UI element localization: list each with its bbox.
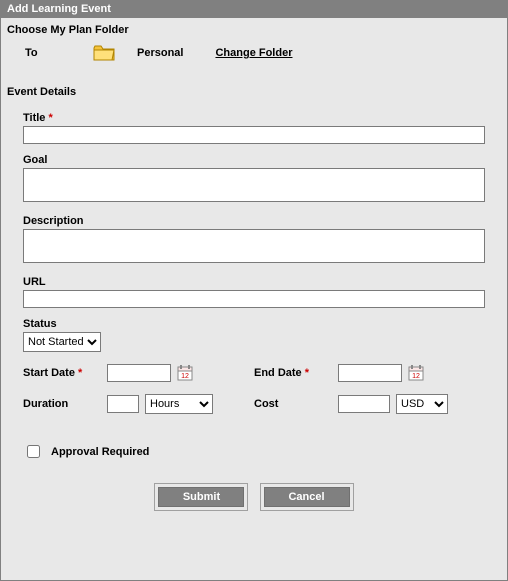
titlebar: Add Learning Event — [1, 0, 507, 18]
status-select[interactable]: Not Started — [23, 332, 101, 352]
start-date-input[interactable] — [107, 364, 171, 382]
event-details-heading: Event Details — [1, 80, 507, 100]
description-input[interactable] — [23, 229, 485, 263]
cost-input[interactable] — [338, 395, 390, 413]
duration-cell: Duration Hours — [23, 394, 254, 414]
status-label: Status — [23, 318, 485, 330]
calendar-icon[interactable]: 12 — [177, 365, 193, 381]
goal-input[interactable] — [23, 168, 485, 202]
end-date-label: End Date * — [254, 367, 332, 379]
calendar-icon[interactable]: 12 — [408, 365, 424, 381]
submit-button-wrap: Submit — [154, 483, 248, 511]
url-label: URL — [23, 276, 485, 288]
url-input[interactable] — [23, 290, 485, 308]
folder-icon — [93, 44, 115, 62]
duration-unit-select[interactable]: Hours — [145, 394, 213, 414]
cancel-button[interactable]: Cancel — [264, 487, 350, 507]
end-date-required-indicator: * — [305, 367, 309, 379]
choose-folder-heading: Choose My Plan Folder — [1, 18, 507, 38]
duration-input[interactable] — [107, 395, 139, 413]
cost-cell: Cost USD — [254, 394, 485, 414]
start-date-cell: Start Date * 12 — [23, 364, 254, 382]
end-date-label-text: End Date — [254, 367, 302, 379]
to-label: To — [25, 47, 75, 59]
title-label: Title * — [23, 112, 485, 124]
start-date-label: Start Date * — [23, 367, 101, 379]
approval-checkbox[interactable] — [27, 445, 40, 458]
approval-label: Approval Required — [51, 446, 149, 458]
svg-text:12: 12 — [412, 373, 420, 380]
title-input[interactable] — [23, 126, 485, 144]
description-label: Description — [23, 215, 485, 227]
approval-row: Approval Required — [23, 442, 485, 461]
end-date-cell: End Date * 12 — [254, 364, 485, 382]
svg-text:12: 12 — [181, 373, 189, 380]
goal-label: Goal — [23, 154, 485, 166]
duration-label: Duration — [23, 398, 101, 410]
start-date-label-text: Start Date — [23, 367, 75, 379]
title-label-text: Title — [23, 112, 45, 124]
start-date-required-indicator: * — [78, 367, 82, 379]
cost-label: Cost — [254, 398, 332, 410]
submit-button[interactable]: Submit — [158, 487, 244, 507]
currency-select[interactable]: USD — [396, 394, 448, 414]
current-folder-label: Personal — [137, 47, 183, 59]
button-row: Submit Cancel — [23, 483, 485, 511]
event-details-form: Title * Goal Description URL Status Not … — [1, 100, 507, 517]
folder-row: To Personal Change Folder — [1, 38, 507, 66]
change-folder-link[interactable]: Change Folder — [215, 47, 292, 59]
cancel-button-wrap: Cancel — [260, 483, 354, 511]
end-date-input[interactable] — [338, 364, 402, 382]
title-required-indicator: * — [48, 112, 52, 124]
